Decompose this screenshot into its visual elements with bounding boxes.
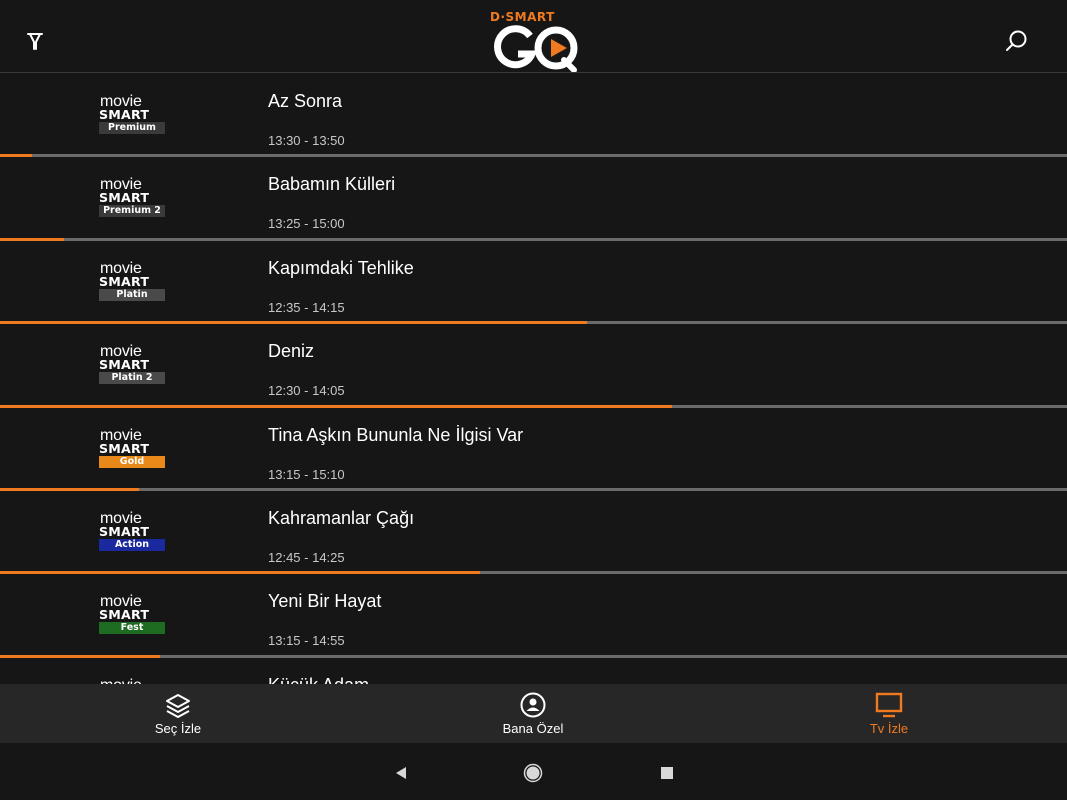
nav-label: Seç İzle (154, 721, 202, 736)
program-time: 12:30 - 14:05 (268, 383, 345, 399)
channel-logo: movie SMART Platin (99, 260, 167, 303)
channel-logo: movie SMART Action (99, 510, 167, 553)
channel-row[interactable]: movie SMART Gold Tina Aşkın Bununla Ne İlgi… (0, 407, 1067, 491)
program-title: Yeni Bir Hayat (268, 591, 382, 612)
channel-logo: movie SMART Premium 2 (99, 177, 167, 219)
channel-logo: movie SMART Fest (99, 594, 167, 636)
channel-logo: movie SMART Platin 2 (99, 344, 167, 386)
search-icon (1006, 30, 1027, 51)
program-title: Kapımdaki Tehlike (268, 257, 414, 278)
nav-bana-ozel[interactable]: Bana Özel (453, 684, 613, 743)
channel-row[interactable]: movie SMART Platin Kapımdaki Tehlike 12:35 -… (0, 240, 1067, 325)
filter-icon (27, 33, 43, 50)
channel-logo: movie SMART Gold (99, 427, 167, 470)
user-circle-icon (520, 692, 546, 718)
top-bar: D·SMART (0, 0, 1067, 73)
program-time: 12:35 - 14:15 (268, 299, 345, 315)
channel-logo-tag: Premium (99, 122, 165, 134)
program-title: Az Sonra (268, 91, 343, 111)
channel-logo-smart: SMART (99, 441, 150, 456)
program-title: Deniz (268, 341, 315, 362)
recents-button[interactable] (657, 763, 677, 783)
back-triangle-icon (396, 767, 406, 779)
channel-logo-smart: SMART (99, 108, 150, 122)
channel-logo-tag: Premium 2 (99, 205, 165, 218)
recents-square-icon (661, 767, 673, 779)
home-circle-icon (523, 763, 543, 783)
channel-logo-tag: Platin 2 (99, 372, 165, 385)
program-time: 13:30 - 13:50 (268, 133, 345, 148)
channel-logo-smart: SMART (99, 274, 150, 289)
channel-logo-tag: Action (99, 538, 165, 551)
channel-row[interactable]: movie SMART Premium Az Sonra 13:30 - 13:50 (0, 74, 1067, 158)
tv-icon (875, 692, 903, 718)
channel-row[interactable]: movie SMART Action Kahramanlar Çağı 12:45 - … (0, 490, 1067, 575)
program-title: Kahramanlar Çağı (268, 507, 415, 528)
program-title: Babamın Külleri (268, 174, 396, 195)
channel-logo: movie SMART Premium (99, 94, 167, 136)
channel-logo-smart: SMART (99, 608, 150, 623)
bottom-navigation: Seç İzle Bana Özel Tv İzle (0, 684, 1067, 743)
channel-list: movie SMART Premium Az Sonra 13:30 - 13:50 mo… (0, 74, 1067, 684)
channel-logo-tag: Platin (99, 288, 165, 301)
dsmart-go-logo: D·SMART (488, 8, 580, 72)
program-time: 13:15 - 15:10 (268, 466, 345, 482)
system-navigation-bar (0, 743, 1067, 800)
program-time: 13:25 - 15:00 (268, 216, 345, 232)
channel-row[interactable]: movie SMART Platin 2 Deniz 12:30 - 14:05 (0, 324, 1067, 408)
nav-tv-izle[interactable]: Tv İzle (809, 684, 969, 743)
program-time: 13:15 - 14:55 (268, 633, 345, 649)
filter-button[interactable] (22, 28, 48, 54)
nav-label: Bana Özel (502, 721, 564, 736)
channel-logo-tag: Fest (99, 622, 165, 635)
nav-label: Tv İzle (869, 721, 909, 736)
program-time: 12:45 - 14:25 (268, 549, 345, 565)
home-button[interactable] (523, 763, 543, 783)
channel-row[interactable]: movieKüçük Adam (0, 657, 1067, 684)
program-title: Küçük Adam (268, 675, 369, 684)
channel-row[interactable]: movie SMART Fest Yeni Bir Hayat 13:15 - 14:5… (0, 574, 1067, 658)
channel-logo-smart: SMART (99, 191, 150, 206)
logo-brand-top: D·SMART (490, 10, 555, 24)
channel-row[interactable]: movie SMART Premium 2 Babamın Külleri 13:25 … (0, 157, 1067, 241)
nav-sec-izle[interactable]: Seç İzle (98, 684, 258, 743)
channel-logo-smart: SMART (99, 524, 150, 539)
layers-icon (166, 694, 190, 718)
channel-logo-smart: SMART (99, 358, 150, 373)
program-title: Tina Aşkın Bununla Ne İlgisi Var (268, 424, 524, 445)
channel-logo-tag: Gold (99, 455, 165, 468)
back-button[interactable] (391, 763, 411, 783)
search-button[interactable] (1004, 28, 1030, 54)
